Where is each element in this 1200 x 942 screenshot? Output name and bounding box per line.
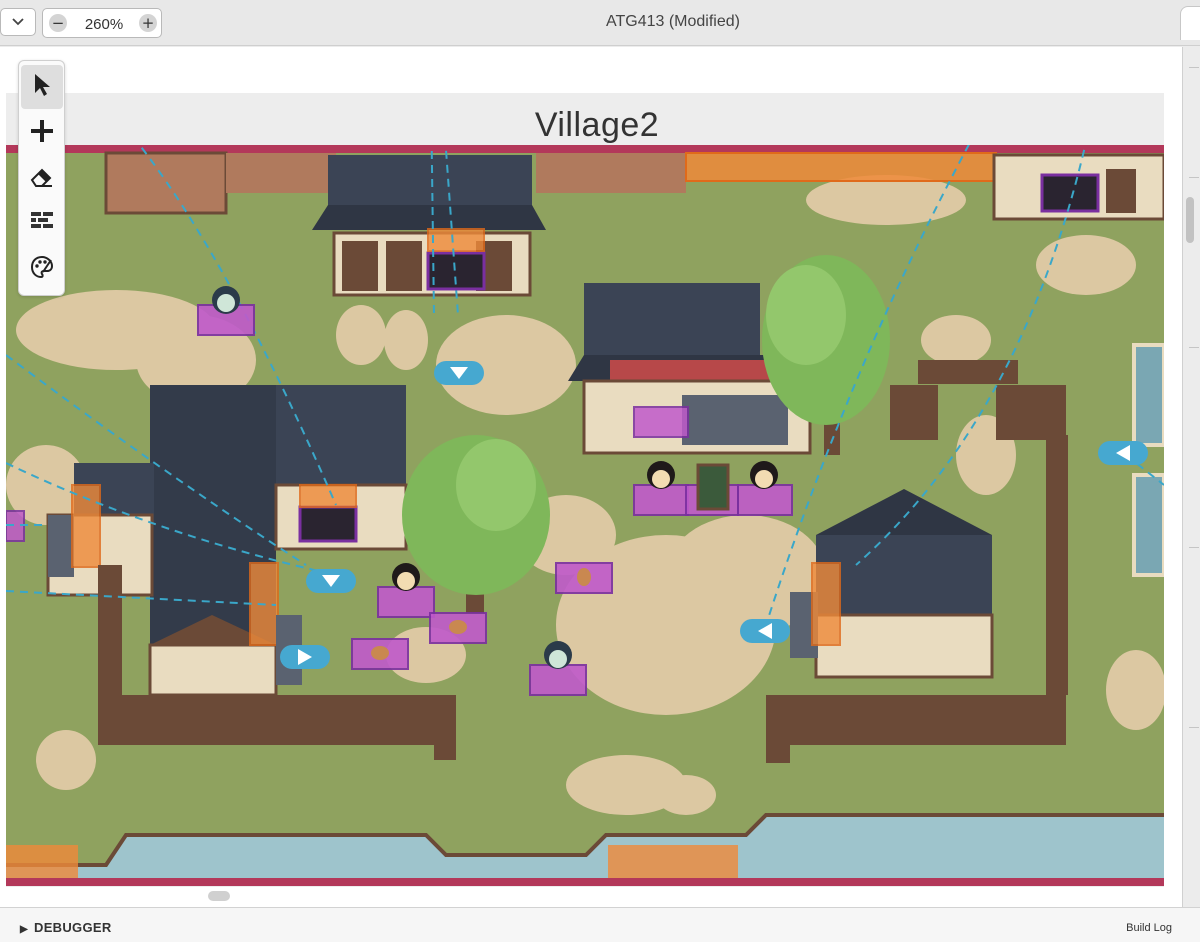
scene-canvas[interactable]: Village2: [0, 47, 1182, 907]
sprite-villager-3: [392, 563, 420, 591]
arrow-down-2: [306, 569, 356, 593]
eraser-tool[interactable]: [21, 157, 63, 201]
collisions-tool[interactable]: [21, 201, 63, 245]
sprite-villager-1: [647, 461, 675, 489]
zoom-out-button[interactable]: −: [49, 14, 67, 32]
colors-tool[interactable]: [21, 247, 63, 291]
right-sidebar[interactable]: [1182, 47, 1200, 907]
plus-icon: [30, 119, 54, 148]
zoom-control: − 260% +: [42, 8, 162, 38]
tool-palette: [18, 60, 65, 296]
scene-border-bottom: [6, 878, 1164, 886]
panel-divider: [1189, 547, 1199, 548]
debugger-toggle[interactable]: ▶ DEBUGGER: [20, 920, 112, 935]
brick-icon: [30, 211, 54, 236]
zoom-in-button[interactable]: +: [139, 14, 157, 32]
bottom-bar: ▶ DEBUGGER Build Log: [0, 907, 1200, 942]
panel-divider: [1189, 347, 1199, 348]
vertical-scrollbar[interactable]: [1186, 197, 1194, 243]
actor-npc-4: [377, 586, 435, 618]
arrow-down-1: [434, 361, 484, 385]
zoom-level: 260%: [84, 16, 124, 33]
actor-npc-2: [633, 484, 689, 516]
scene-name[interactable]: Village2: [440, 106, 754, 145]
triangle-right-icon: ▶: [20, 924, 28, 935]
arrow-right: [280, 645, 330, 669]
sprite-item-3: [371, 646, 389, 660]
arrow-left-1: [740, 619, 790, 643]
sprite-sign: [696, 463, 730, 511]
select-tool[interactable]: [21, 65, 63, 109]
horizontal-scrollbar[interactable]: [208, 891, 230, 901]
panel-divider: [1189, 177, 1199, 178]
actor-npc-3: [737, 484, 793, 516]
sprite-villager-2: [750, 461, 778, 489]
house-top-center: [312, 155, 546, 297]
panel-divider: [1189, 727, 1199, 728]
title-bar: − 260% + ATG413 (Modified): [0, 0, 1200, 46]
sprite-item-1: [577, 568, 591, 586]
debugger-label: DEBUGGER: [34, 920, 112, 935]
app-window: − 260% + ATG413 (Modified) Village2 ▶ DE…: [0, 0, 1200, 942]
house-top-right: [992, 153, 1164, 221]
sprite-ghost-2: [544, 641, 572, 669]
actor-npc-5: [529, 664, 587, 696]
arrow-left-2: [1098, 441, 1148, 465]
eraser-icon: [30, 167, 54, 192]
sprite-ghost-1: [212, 286, 240, 314]
right-panel-tab[interactable]: [1180, 6, 1200, 40]
palette-icon: [30, 255, 54, 284]
window-title: ATG413 (Modified): [606, 13, 740, 30]
view-dropdown[interactable]: [0, 8, 36, 36]
cursor-icon: [32, 73, 52, 102]
panel-divider: [1189, 67, 1199, 68]
build-log-button[interactable]: Build Log: [1126, 922, 1172, 934]
add-tool[interactable]: [21, 111, 63, 155]
scene-map[interactable]: [6, 145, 1164, 886]
chevron-down-icon: [12, 15, 24, 29]
sprite-item-2: [449, 620, 467, 634]
